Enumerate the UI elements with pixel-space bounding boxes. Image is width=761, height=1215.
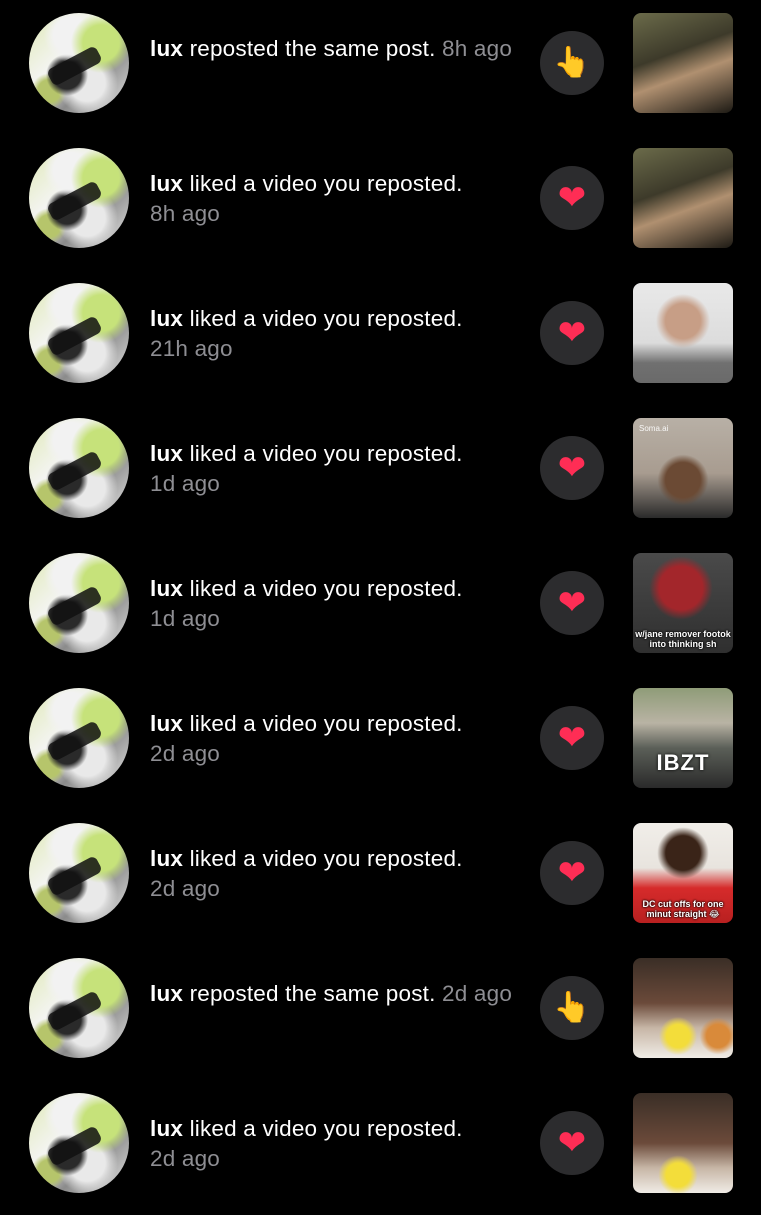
thumbnail-caption: DC cut offs for one minut straight 😂	[642, 899, 724, 919]
notification-text: lux reposted the same post. 2d ago	[150, 979, 530, 1009]
notification-text: lux liked a video you reposted. 2d ago	[150, 844, 530, 904]
notification-text: lux liked a video you reposted. 21h ago	[150, 304, 530, 364]
notification-row[interactable]: lux reposted the same post. 8h ago 👆	[0, 0, 761, 135]
action-text: liked a video you reposted.	[189, 846, 463, 871]
video-thumbnail[interactable]	[633, 283, 733, 383]
notification-text: lux liked a video you reposted. 8h ago	[150, 169, 530, 229]
like-badge: ❤	[540, 301, 604, 365]
like-badge: ❤	[540, 166, 604, 230]
action-text: liked a video you reposted.	[189, 576, 463, 601]
notification-row[interactable]: lux liked a video you reposted. 2d ago ❤…	[0, 675, 761, 810]
timestamp: 2d ago	[150, 741, 221, 766]
timestamp: 2d ago	[442, 981, 513, 1006]
video-thumbnail[interactable]	[633, 148, 733, 248]
notification-text: lux liked a video you reposted. 1d ago	[150, 439, 530, 499]
video-thumbnail[interactable]	[633, 1093, 733, 1193]
heart-icon: ❤	[557, 854, 587, 892]
notification-text: lux liked a video you reposted. 2d ago	[150, 709, 530, 769]
repost-badge: 👆	[540, 31, 604, 95]
heart-icon: ❤	[557, 179, 587, 217]
avatar[interactable]	[29, 688, 129, 788]
heart-icon: ❤	[557, 584, 587, 622]
timestamp: 8h ago	[442, 36, 513, 61]
like-badge: ❤	[540, 571, 604, 635]
username[interactable]: lux	[150, 171, 183, 196]
thumbnail-caption: w/jane remover footok into thinking sh	[635, 629, 731, 649]
heart-icon: ❤	[557, 719, 587, 757]
like-badge: ❤	[540, 436, 604, 500]
repost-badge: 👆	[540, 976, 604, 1040]
avatar[interactable]	[29, 148, 129, 248]
username[interactable]: lux	[150, 576, 183, 601]
notification-row[interactable]: lux liked a video you reposted. 2d ago ❤…	[0, 810, 761, 945]
timestamp: 1d ago	[150, 606, 221, 631]
notification-row[interactable]: lux liked a video you reposted. 2d ago ❤	[0, 1080, 761, 1215]
action-text: reposted the same post.	[189, 36, 436, 61]
notification-row[interactable]: lux liked a video you reposted. 1d ago ❤…	[0, 405, 761, 540]
action-text: liked a video you reposted.	[189, 1116, 463, 1141]
action-text: liked a video you reposted.	[189, 711, 463, 736]
thumbnail-caption: IBZT	[656, 750, 710, 775]
heart-icon: ❤	[557, 314, 587, 352]
video-thumbnail[interactable]	[633, 13, 733, 113]
like-badge: ❤	[540, 1111, 604, 1175]
like-badge: ❤	[540, 841, 604, 905]
avatar[interactable]	[29, 13, 129, 113]
avatar[interactable]	[29, 418, 129, 518]
notification-row[interactable]: lux liked a video you reposted. 1d ago ❤…	[0, 540, 761, 675]
timestamp: 2d ago	[150, 1146, 221, 1171]
notification-text: lux reposted the same post. 8h ago	[150, 34, 530, 64]
video-thumbnail[interactable]	[633, 958, 733, 1058]
video-thumbnail[interactable]: w/jane remover footok into thinking sh	[633, 553, 733, 653]
avatar[interactable]	[29, 553, 129, 653]
notification-text: lux liked a video you reposted. 1d ago	[150, 574, 530, 634]
username[interactable]: lux	[150, 1116, 183, 1141]
username[interactable]: lux	[150, 441, 183, 466]
hand-icon: 👆	[553, 991, 591, 1024]
notification-row[interactable]: lux liked a video you reposted. 21h ago …	[0, 270, 761, 405]
timestamp: 21h ago	[150, 336, 233, 361]
timestamp: 8h ago	[150, 201, 221, 226]
timestamp: 2d ago	[150, 876, 221, 901]
avatar[interactable]	[29, 823, 129, 923]
action-text: liked a video you reposted.	[189, 306, 463, 331]
notification-row[interactable]: lux reposted the same post. 2d ago 👆	[0, 945, 761, 1080]
username[interactable]: lux	[150, 981, 183, 1006]
action-text: reposted the same post.	[189, 981, 436, 1006]
notification-row[interactable]: lux liked a video you reposted. 8h ago ❤	[0, 135, 761, 270]
username[interactable]: lux	[150, 36, 183, 61]
video-thumbnail[interactable]: IBZT	[633, 688, 733, 788]
avatar[interactable]	[29, 283, 129, 383]
video-thumbnail[interactable]: DC cut offs for one minut straight 😂	[633, 823, 733, 923]
action-text: liked a video you reposted.	[189, 441, 463, 466]
thumbnail-label: Soma.ai	[639, 424, 669, 433]
username[interactable]: lux	[150, 711, 183, 736]
action-text: liked a video you reposted.	[189, 171, 463, 196]
heart-icon: ❤	[557, 449, 587, 487]
avatar[interactable]	[29, 1093, 129, 1193]
username[interactable]: lux	[150, 306, 183, 331]
username[interactable]: lux	[150, 846, 183, 871]
avatar[interactable]	[29, 958, 129, 1058]
timestamp: 1d ago	[150, 471, 221, 496]
notification-text: lux liked a video you reposted. 2d ago	[150, 1114, 530, 1174]
notifications-list: lux reposted the same post. 8h ago 👆 lux…	[0, 0, 761, 1200]
heart-icon: ❤	[557, 1124, 587, 1162]
like-badge: ❤	[540, 706, 604, 770]
video-thumbnail[interactable]: Soma.ai	[633, 418, 733, 518]
hand-icon: 👆	[553, 46, 591, 79]
